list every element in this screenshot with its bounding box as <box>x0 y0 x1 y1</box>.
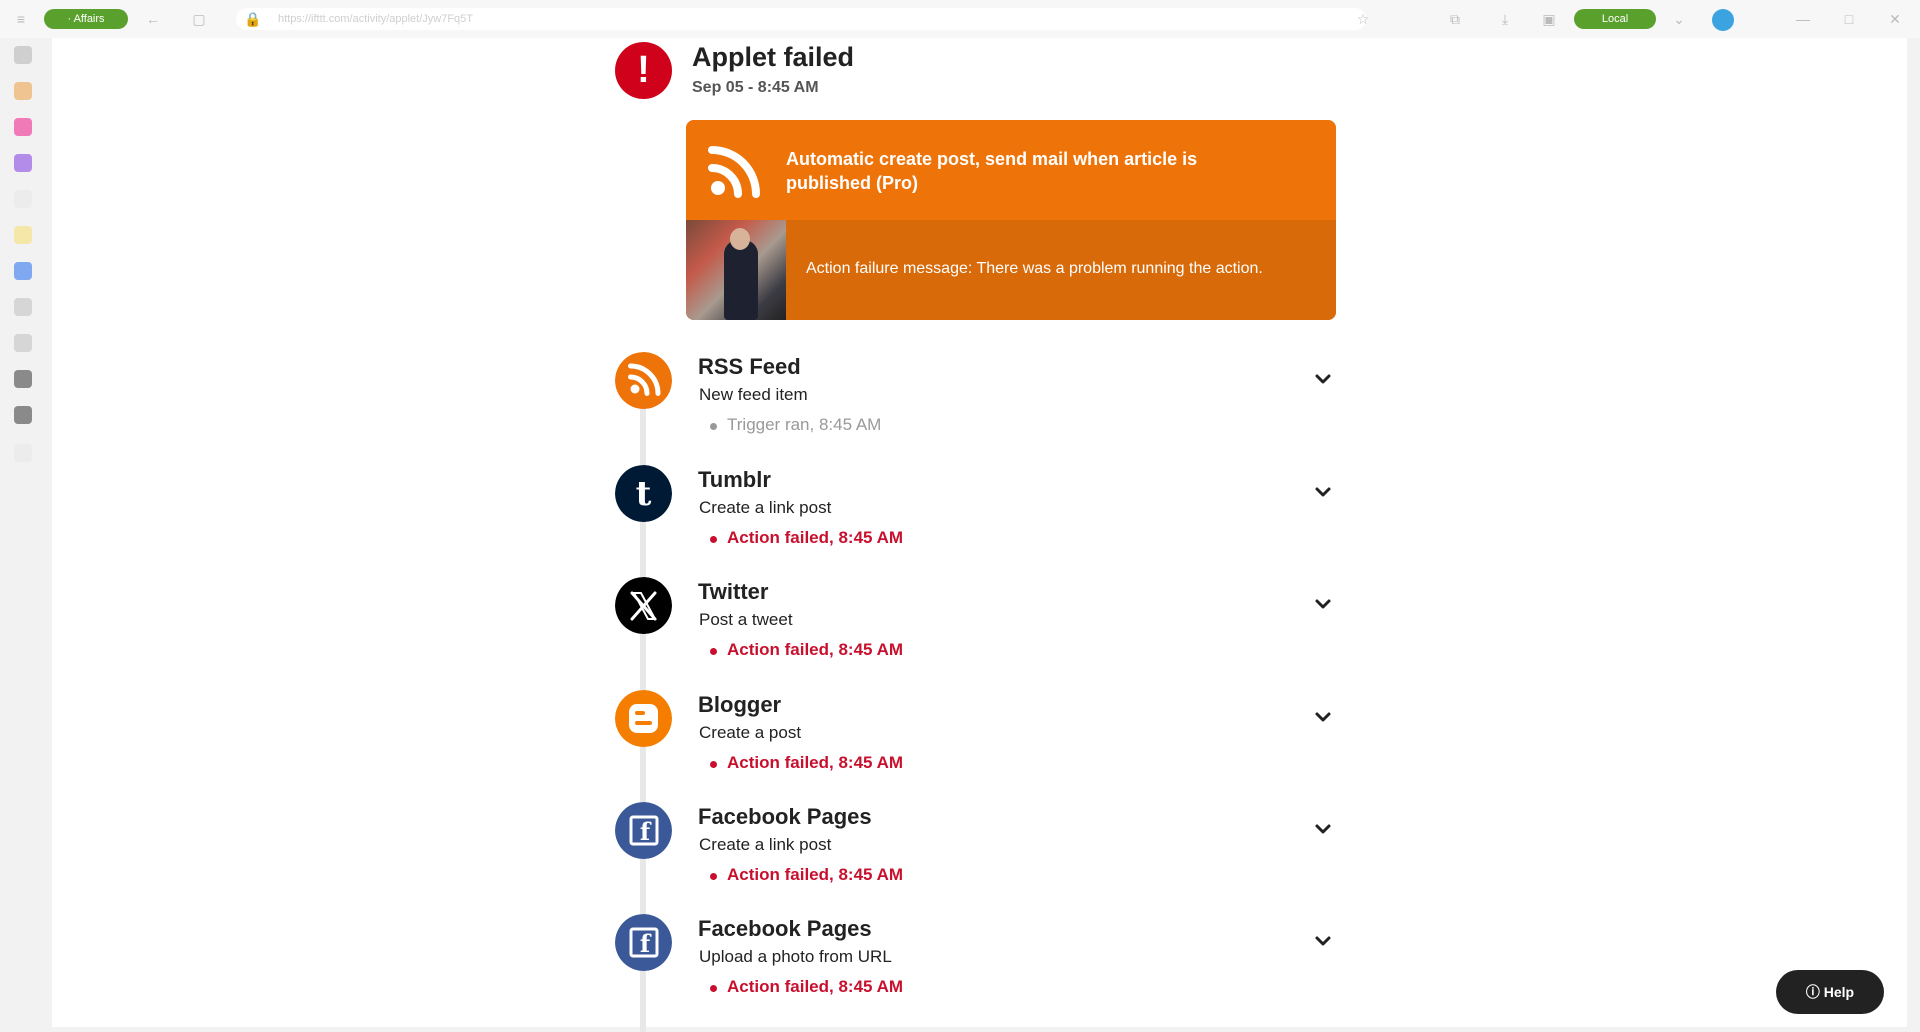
sidebar-app-icon[interactable] <box>14 190 32 208</box>
screenshot-icon[interactable]: ▣ <box>1540 10 1558 28</box>
browser-toolbar: ≡ · Affairs ← ▢ 🔒 https://ifttt.com/acti… <box>0 0 1920 38</box>
applet-card-header: Automatic create post, send mail when ar… <box>686 120 1336 220</box>
tumblr-icon: t <box>615 465 672 522</box>
step-status: Trigger ran, 8:45 AM <box>727 415 882 434</box>
svg-text:t: t <box>636 474 652 514</box>
step-service-name: Blogger <box>698 692 782 717</box>
step-status: Action failed, 8:45 AM <box>727 640 904 659</box>
timeline-step-tumblr[interactable]: t Tumblr Create a link post Action faile… <box>615 465 1340 565</box>
sidebar-app-icon[interactable] <box>14 82 32 100</box>
avatar[interactable] <box>1712 9 1734 31</box>
sidebar-app-icon[interactable] <box>14 154 32 172</box>
help-button[interactable]: ⓘ Help <box>1776 970 1884 1014</box>
chevron-down-icon[interactable] <box>1312 706 1334 728</box>
svg-text:f: f <box>640 929 652 958</box>
chevron-down-icon[interactable] <box>1312 481 1334 503</box>
rss-icon <box>615 352 672 409</box>
download-icon[interactable]: ⤓ <box>1496 10 1514 28</box>
status-dot <box>710 423 717 430</box>
timeline-step-twitter[interactable]: Twitter Post a tweet Action failed, 8:45… <box>615 577 1340 677</box>
step-status: Action failed, 8:45 AM <box>727 753 904 772</box>
step-status: Action failed, 8:45 AM <box>727 865 904 884</box>
facebook-icon: f <box>615 914 672 971</box>
x-twitter-icon <box>615 577 672 634</box>
back-icon[interactable]: ← <box>144 10 162 28</box>
sidebar-app-icon[interactable] <box>14 226 32 244</box>
chevron-down-icon[interactable] <box>1312 593 1334 615</box>
extensions-icon[interactable]: ⧉ <box>1446 10 1464 28</box>
step-service-name: RSS Feed <box>698 354 801 379</box>
sidebar-app-icon[interactable] <box>14 118 32 136</box>
thumbnail-person <box>724 240 758 320</box>
step-service-name: Twitter <box>698 579 769 604</box>
step-service-name: Tumblr <box>698 467 771 492</box>
browser-sidebar <box>0 38 52 1032</box>
status-dot <box>710 536 717 543</box>
lock-icon: 🔒 <box>244 11 262 27</box>
status-dot <box>710 648 717 655</box>
applet-card[interactable]: Automatic create post, send mail when ar… <box>686 120 1336 320</box>
address-bar[interactable]: 🔒 https://ifttt.com/activity/applet/Jyw7… <box>236 8 1366 30</box>
status-dot <box>710 761 717 768</box>
applet-title: Automatic create post, send mail when ar… <box>786 149 1198 193</box>
status-dot <box>710 985 717 992</box>
sidebar-app-icon[interactable] <box>14 46 32 64</box>
sidebar-app-icon[interactable] <box>14 406 32 424</box>
maximize-icon[interactable]: □ <box>1840 10 1858 28</box>
status-dot <box>710 873 717 880</box>
chevron-down-icon[interactable] <box>1312 818 1334 840</box>
svg-text:f: f <box>640 817 652 846</box>
tab-icon[interactable]: ▢ <box>190 10 208 28</box>
thumbnail-person-head <box>730 228 750 250</box>
alert-icon: ! <box>615 42 672 99</box>
article-thumbnail <box>686 220 786 320</box>
workspace-pill[interactable]: · Affairs <box>44 9 128 29</box>
step-action-name: Upload a photo from URL <box>699 947 892 966</box>
help-icon: ⓘ <box>1805 984 1824 1000</box>
sidebar-app-icon[interactable] <box>14 298 32 316</box>
step-action-name: Create a link post <box>699 498 832 517</box>
step-action-name: Post a tweet <box>699 610 793 629</box>
step-status: Action failed, 8:45 AM <box>727 977 904 996</box>
chevron-down-icon[interactable] <box>1312 368 1334 390</box>
chevron-down-icon[interactable] <box>1312 930 1334 952</box>
url-text: https://ifttt.com/activity/applet/Jyw7Fq… <box>278 13 474 25</box>
step-service-name: Facebook Pages <box>698 916 872 941</box>
close-window-icon[interactable]: ✕ <box>1886 10 1904 28</box>
minimize-icon[interactable]: — <box>1794 10 1812 28</box>
help-label: Help <box>1823 984 1855 1000</box>
applet-card-body: Action failure message: There was a prob… <box>686 220 1336 320</box>
timeline-step-facebook-pages[interactable]: f Facebook Pages Upload a photo from URL… <box>615 914 1340 1014</box>
timeline-step-facebook-pages[interactable]: f Facebook Pages Create a link post Acti… <box>615 802 1340 902</box>
step-action-name: Create a link post <box>699 835 832 854</box>
sidebar-app-icon[interactable] <box>14 370 32 388</box>
sidebar-app-icon[interactable] <box>14 262 32 280</box>
rss-icon <box>708 146 760 198</box>
page-title: Applet failed <box>692 42 855 72</box>
star-icon[interactable]: ☆ <box>1354 10 1372 28</box>
blogger-icon <box>615 690 672 747</box>
step-status: Action failed, 8:45 AM <box>727 528 904 547</box>
sidebar-toggle-icon[interactable]: ≡ <box>12 10 30 28</box>
timeline-step-blogger[interactable]: Blogger Create a post Action failed, 8:4… <box>615 690 1340 790</box>
step-service-name: Facebook Pages <box>698 804 872 829</box>
page-timestamp: Sep 05 - 8:45 AM <box>692 79 819 96</box>
timeline-step-rss-feed[interactable]: RSS Feed New feed item Trigger ran, 8:45… <box>615 352 1340 452</box>
scrollbar[interactable] <box>1907 38 1920 1032</box>
menu-icon[interactable]: ⌄ <box>1670 10 1688 28</box>
step-action-name: New feed item <box>699 385 808 404</box>
failure-message: Action failure message: There was a prob… <box>806 260 1263 277</box>
step-action-name: Create a post <box>699 723 802 742</box>
facebook-icon: f <box>615 802 672 859</box>
sidebar-app-icon[interactable] <box>14 334 32 352</box>
profile-pill[interactable]: Local <box>1574 9 1656 29</box>
sidebar-add-icon[interactable] <box>14 444 32 462</box>
